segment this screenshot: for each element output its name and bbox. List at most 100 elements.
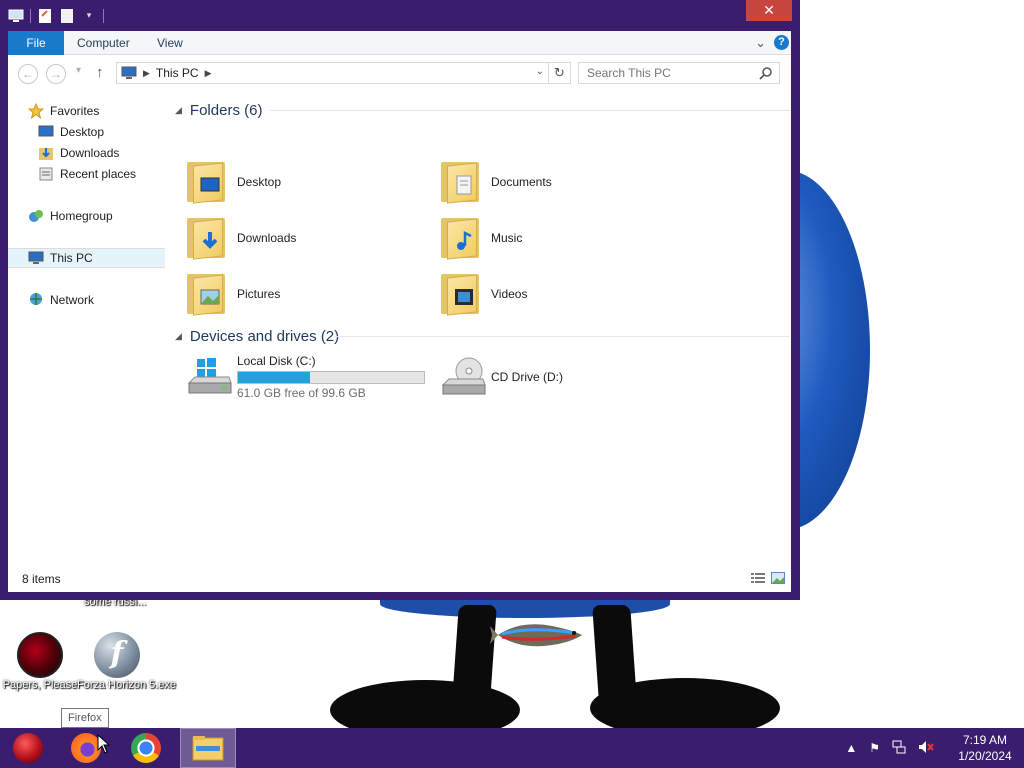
sidebar-item-label: Homegroup — [50, 209, 113, 223]
folders-group-header[interactable]: ◢ Folders (6) — [175, 99, 790, 121]
clock-time: 7:19 AM — [962, 733, 1008, 747]
desktop-icon-label: Forza Horizon 5.exe — [77, 679, 177, 691]
folder-name: Pictures — [237, 287, 281, 301]
folder-name: Music — [491, 231, 523, 245]
taskbar-file-explorer[interactable] — [180, 728, 236, 768]
up-button[interactable]: ↑ — [96, 64, 104, 81]
sidebar-item-homegroup[interactable]: Homegroup — [8, 206, 165, 226]
network-status-icon[interactable] — [892, 740, 906, 757]
navigation-pane: Favorites Desktop Downloads Recent place… — [8, 91, 165, 561]
folder-videos[interactable]: Videos — [439, 267, 679, 321]
address-dropdown-icon[interactable]: ⌄ — [536, 66, 544, 77]
show-hidden-icons-icon[interactable]: ▲ — [845, 741, 857, 755]
wallpaper-foot-left — [330, 680, 520, 728]
forward-button[interactable]: → — [46, 64, 66, 84]
breadcrumb-separator-icon[interactable]: ▶ — [143, 68, 150, 79]
action-center-flag-icon[interactable]: ⚑ — [869, 741, 880, 755]
close-button[interactable]: ✕ — [746, 0, 792, 21]
papers-please-icon — [17, 632, 63, 678]
breadcrumb-this-pc[interactable]: This PC — [156, 66, 199, 80]
group-divider — [335, 336, 790, 337]
drive-name: Local Disk (C:) — [237, 354, 316, 368]
collapse-icon[interactable]: ◢ — [175, 331, 182, 342]
quick-access-toolbar: ▾ — [0, 8, 104, 24]
back-button[interactable]: ← — [18, 64, 38, 84]
folder-desktop[interactable]: Desktop — [185, 155, 425, 209]
folder-pictures[interactable]: Pictures — [185, 267, 425, 321]
volume-muted-icon[interactable] — [918, 740, 934, 757]
folder-name: Documents — [491, 175, 552, 189]
tab-view[interactable]: View — [157, 31, 183, 55]
star-icon — [28, 103, 44, 119]
customize-toolbar-icon[interactable]: ▾ — [81, 8, 97, 24]
drives-group-header[interactable]: ◢ Devices and drives (2) — [175, 325, 790, 347]
recent-places-icon — [38, 166, 54, 182]
breadcrumb-separator-icon[interactable]: ▶ — [205, 68, 212, 79]
clock[interactable]: 7:19 AM 1/20/2024 — [946, 732, 1024, 764]
sidebar-item-desktop[interactable]: Desktop — [8, 122, 165, 142]
sidebar-item-label: Network — [50, 293, 95, 307]
desktop-folder-icon — [185, 160, 227, 204]
desktop-icon-papers-please[interactable]: Papers, Please — [0, 632, 80, 692]
sidebar-item-this-pc[interactable]: This PC — [8, 248, 165, 268]
fish-image — [490, 624, 582, 647]
large-icons-view-icon[interactable] — [771, 572, 785, 584]
sidebar-item-label: This PC — [50, 251, 93, 265]
sidebar-item-downloads[interactable]: Downloads — [8, 143, 165, 163]
file-explorer-icon — [192, 736, 224, 761]
tab-computer[interactable]: Computer — [77, 31, 130, 55]
system-tray: ▲ ⚑ 7:19 AM 1/20/2024 — [845, 728, 1024, 768]
explorer-window: ▾ ✕ File Computer View ⌄ ? ← → ▾ ↑ ▶ Thi… — [0, 0, 800, 600]
address-bar[interactable]: ▶ This PC ▶ ⌄ ↻ — [116, 62, 571, 84]
search-box[interactable] — [578, 62, 780, 84]
group-divider — [270, 110, 790, 111]
clock-date: 1/20/2024 — [958, 749, 1012, 763]
new-folder-icon[interactable] — [59, 8, 75, 24]
start-button[interactable] — [0, 728, 56, 768]
sidebar-item-network[interactable]: Network — [8, 290, 165, 310]
downloads-folder-icon — [185, 216, 227, 260]
item-count: 8 items — [22, 572, 61, 586]
drive-usage-bar — [237, 371, 425, 384]
homegroup-icon — [28, 208, 44, 224]
toolbar-separator — [30, 8, 31, 23]
tab-file[interactable]: File — [8, 31, 64, 55]
taskbar-chrome[interactable] — [118, 728, 174, 768]
search-icon[interactable] — [759, 66, 773, 80]
explorer-body: File Computer View ⌄ ? ← → ▾ ↑ ▶ This PC… — [8, 31, 791, 592]
sidebar-item-label: Recent places — [60, 167, 137, 181]
drive-local-disk-c[interactable]: Local Disk (C:) 61.0 GB free of 99.6 GB — [185, 349, 425, 405]
folder-name: Videos — [491, 287, 528, 301]
folder-name: Desktop — [237, 175, 282, 189]
taskbar: ▲ ⚑ 7:19 AM 1/20/2024 — [0, 728, 1024, 768]
folders-heading: Folders (6) — [189, 101, 263, 119]
status-bar: 8 items — [8, 566, 791, 592]
drives-heading: Devices and drives (2) — [189, 327, 340, 345]
ribbon-tabs: File Computer View ⌄ ? — [8, 31, 791, 55]
folder-downloads[interactable]: Downloads — [185, 211, 425, 265]
mouse-cursor-icon — [97, 734, 111, 754]
folder-name: Downloads — [237, 231, 297, 245]
computer-icon[interactable] — [8, 8, 24, 24]
folder-music[interactable]: Music — [439, 211, 679, 265]
desktop-icon — [38, 124, 54, 140]
collapse-icon[interactable]: ◢ — [175, 105, 182, 116]
sidebar-item-recent-places[interactable]: Recent places — [8, 164, 165, 184]
expand-ribbon-icon[interactable]: ⌄ — [755, 36, 766, 49]
folder-documents[interactable]: Documents — [439, 155, 679, 209]
drive-name: CD Drive (D:) — [491, 370, 563, 384]
recent-locations-icon[interactable]: ▾ — [76, 65, 81, 76]
title-bar[interactable]: ▾ ✕ — [0, 0, 800, 31]
properties-icon[interactable] — [37, 8, 53, 24]
videos-folder-icon — [439, 272, 481, 316]
drive-cd-d[interactable]: CD Drive (D:) — [439, 349, 563, 405]
pictures-folder-icon — [185, 272, 227, 316]
refresh-button[interactable]: ↻ — [548, 63, 570, 83]
sidebar-item-favorites[interactable]: Favorites — [8, 101, 165, 121]
sidebar-item-label: Desktop — [60, 125, 105, 139]
search-input[interactable] — [579, 63, 749, 83]
desktop-icon-forza-horizon[interactable]: f Forza Horizon 5.exe — [77, 632, 177, 692]
help-icon[interactable]: ? — [774, 35, 789, 50]
music-folder-icon — [439, 216, 481, 260]
details-view-icon[interactable] — [751, 572, 765, 584]
